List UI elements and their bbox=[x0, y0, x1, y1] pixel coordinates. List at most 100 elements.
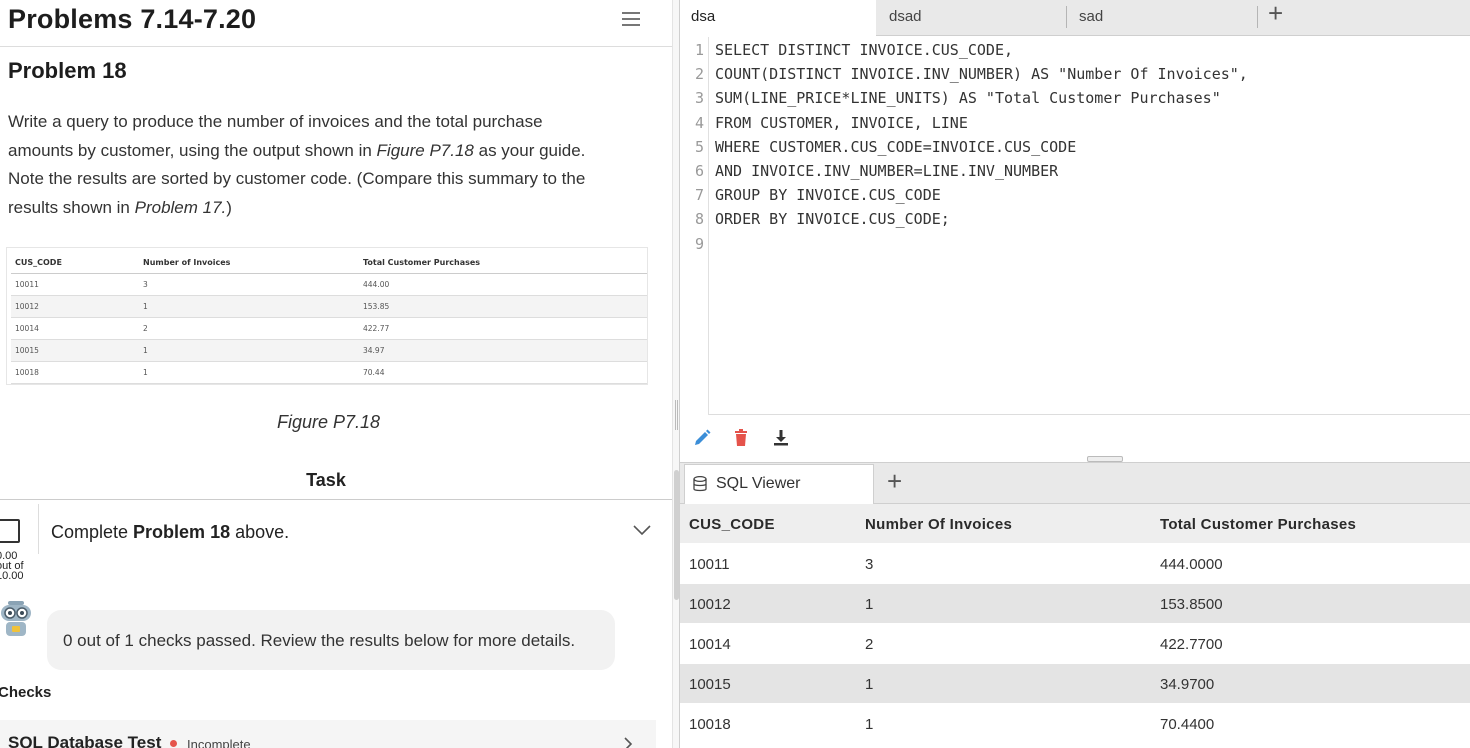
instructions-header: Problems 7.14-7.20 bbox=[0, 0, 672, 47]
task-score: 0.00 out of 10.00 bbox=[0, 550, 24, 582]
figure-cell: 10014 bbox=[11, 317, 139, 340]
result-tab-bar: SQL Viewer + bbox=[680, 462, 1470, 504]
table-row[interactable]: 10018 1 70.4400 bbox=[680, 704, 1470, 744]
figure-row: 10018 1 70.44 bbox=[11, 361, 647, 384]
figure-cell: 444.00 bbox=[359, 273, 647, 296]
figure-row: 10011 3 444.00 bbox=[11, 273, 647, 296]
figure-cell: 1 bbox=[139, 361, 359, 384]
test-status: Incomplete bbox=[187, 737, 251, 748]
code-line[interactable]: SELECT DISTINCT INVOICE.CUS_CODE, bbox=[715, 41, 1013, 59]
table-cell: 10015 bbox=[689, 676, 731, 693]
table-cell: 444.0000 bbox=[1160, 556, 1223, 573]
problem-reference: Problem 17. bbox=[134, 198, 227, 217]
column-header[interactable]: CUS_CODE bbox=[689, 516, 775, 533]
checks-label: Checks bbox=[0, 684, 52, 701]
figure-cell: 10015 bbox=[11, 339, 139, 362]
figure-header: Number of Invoices bbox=[139, 253, 359, 274]
code-line[interactable]: GROUP BY INVOICE.CUS_CODE bbox=[715, 186, 941, 204]
figure-row: 10014 2 422.77 bbox=[11, 317, 647, 340]
pane-splitter[interactable] bbox=[672, 0, 680, 748]
query-tab[interactable]: dsad bbox=[878, 0, 1066, 36]
figure-cell: 34.97 bbox=[359, 339, 647, 362]
figure-image: CUS_CODE Number of Invoices Total Custom… bbox=[6, 247, 648, 385]
table-cell: 10018 bbox=[689, 716, 731, 733]
code-line[interactable]: WHERE CUSTOMER.CUS_CODE=INVOICE.CUS_CODE bbox=[715, 138, 1076, 156]
figure-cell: 10011 bbox=[11, 273, 139, 296]
line-number: 4 bbox=[694, 114, 704, 132]
problem-heading: Problem 18 bbox=[8, 58, 127, 83]
tab-separator bbox=[1257, 6, 1258, 28]
table-cell: 1 bbox=[865, 676, 874, 693]
line-number: 2 bbox=[694, 65, 704, 83]
figure-header: CUS_CODE bbox=[11, 253, 139, 274]
line-number: 6 bbox=[694, 162, 704, 180]
table-cell: 10014 bbox=[689, 636, 731, 653]
table-row[interactable]: 10012 1 153.8500 bbox=[680, 584, 1470, 624]
line-number-gutter: 1 2 3 4 5 6 7 8 9 bbox=[680, 37, 709, 415]
table-cell: 1 bbox=[865, 596, 874, 613]
results-header-row: CUS_CODE Number Of Invoices Total Custom… bbox=[680, 504, 1470, 544]
figure-cell: 3 bbox=[139, 273, 359, 296]
divider bbox=[0, 499, 672, 500]
figure-cell: 2 bbox=[139, 317, 359, 340]
figure-cell: 70.44 bbox=[359, 361, 647, 384]
table-row[interactable]: 10014 2 422.7700 bbox=[680, 624, 1470, 664]
code-line[interactable]: COUNT(DISTINCT INVOICE.INV_NUMBER) AS "N… bbox=[715, 65, 1248, 83]
checks-message: 0 out of 1 checks passed. Review the res… bbox=[63, 631, 576, 650]
trash-icon[interactable] bbox=[731, 428, 751, 448]
pencil-icon[interactable] bbox=[692, 428, 712, 448]
problem-text-line: Write a query to produce the number of i… bbox=[8, 112, 543, 131]
database-icon bbox=[693, 475, 707, 492]
figure-cell: 153.85 bbox=[359, 295, 647, 318]
table-cell: 2 bbox=[865, 636, 874, 653]
figure-cell: 1 bbox=[139, 295, 359, 318]
table-cell: 1 bbox=[865, 716, 874, 733]
query-tab-bar: dsa dsad sad + bbox=[680, 0, 1470, 37]
figure-cell: 10012 bbox=[11, 295, 139, 318]
code-line[interactable]: SUM(LINE_PRICE*LINE_UNITS) AS "Total Cus… bbox=[715, 89, 1221, 107]
add-viewer-button[interactable]: + bbox=[887, 468, 902, 494]
figure-caption: Figure P7.18 bbox=[277, 412, 381, 432]
scrollbar-thumb[interactable] bbox=[674, 470, 679, 600]
hamburger-menu-icon[interactable] bbox=[622, 12, 640, 28]
problem-text-line: amounts by customer, using the output sh… bbox=[8, 141, 586, 160]
chevron-right-icon[interactable] bbox=[622, 736, 634, 748]
column-header[interactable]: Total Customer Purchases bbox=[1160, 516, 1356, 533]
add-tab-button[interactable]: + bbox=[1268, 0, 1290, 26]
figure-cell: 10018 bbox=[11, 361, 139, 384]
results-table: CUS_CODE Number Of Invoices Total Custom… bbox=[680, 504, 1470, 744]
sql-viewer-tab[interactable]: SQL Viewer bbox=[684, 464, 874, 504]
splitter-grip[interactable] bbox=[675, 400, 678, 430]
figure-reference: Figure P7.18 bbox=[376, 141, 474, 160]
sql-database-test-row[interactable]: SQL Database Test Incomplete bbox=[0, 720, 656, 748]
code-line[interactable]: FROM CUSTOMER, INVOICE, LINE bbox=[715, 114, 968, 132]
sql-editor-pane: dsa dsad sad + 1 2 3 4 5 6 7 8 9 SELECT … bbox=[680, 0, 1470, 748]
figure-table: CUS_CODE Number of Invoices Total Custom… bbox=[11, 253, 647, 384]
download-icon[interactable] bbox=[771, 428, 791, 448]
task-heading: Task bbox=[306, 470, 346, 490]
column-header[interactable]: Number Of Invoices bbox=[865, 516, 1012, 533]
instructions-pane: Problems 7.14-7.20 Problem 18 Write a qu… bbox=[0, 0, 672, 748]
code-line[interactable]: AND INVOICE.INV_NUMBER=LINE.INV_NUMBER bbox=[715, 162, 1058, 180]
task-checkbox[interactable] bbox=[0, 519, 20, 543]
table-cell: 422.7700 bbox=[1160, 636, 1223, 653]
query-tab[interactable]: dsa bbox=[680, 0, 876, 37]
line-number: 9 bbox=[694, 235, 704, 253]
sql-viewer-label: SQL Viewer bbox=[716, 475, 801, 492]
code-line[interactable]: ORDER BY INVOICE.CUS_CODE; bbox=[715, 210, 950, 228]
table-row[interactable]: 10015 1 34.9700 bbox=[680, 664, 1470, 704]
figure-cell: 1 bbox=[139, 339, 359, 362]
divider bbox=[38, 504, 39, 554]
table-cell: 34.9700 bbox=[1160, 676, 1215, 693]
line-number: 1 bbox=[694, 41, 704, 59]
query-tab[interactable]: sad bbox=[1068, 0, 1256, 36]
table-row[interactable]: 10011 3 444.0000 bbox=[680, 544, 1470, 584]
problem-text-line: Note the results are sorted by customer … bbox=[8, 169, 586, 188]
code-editor[interactable]: 1 2 3 4 5 6 7 8 9 SELECT DISTINCT INVOIC… bbox=[680, 37, 1470, 415]
test-name: SQL Database Test bbox=[8, 733, 162, 748]
line-number: 7 bbox=[694, 186, 704, 204]
chevron-down-icon[interactable] bbox=[632, 522, 652, 538]
editor-toolbar bbox=[680, 416, 1470, 460]
line-number: 8 bbox=[694, 210, 704, 228]
robot-icon bbox=[0, 601, 32, 637]
